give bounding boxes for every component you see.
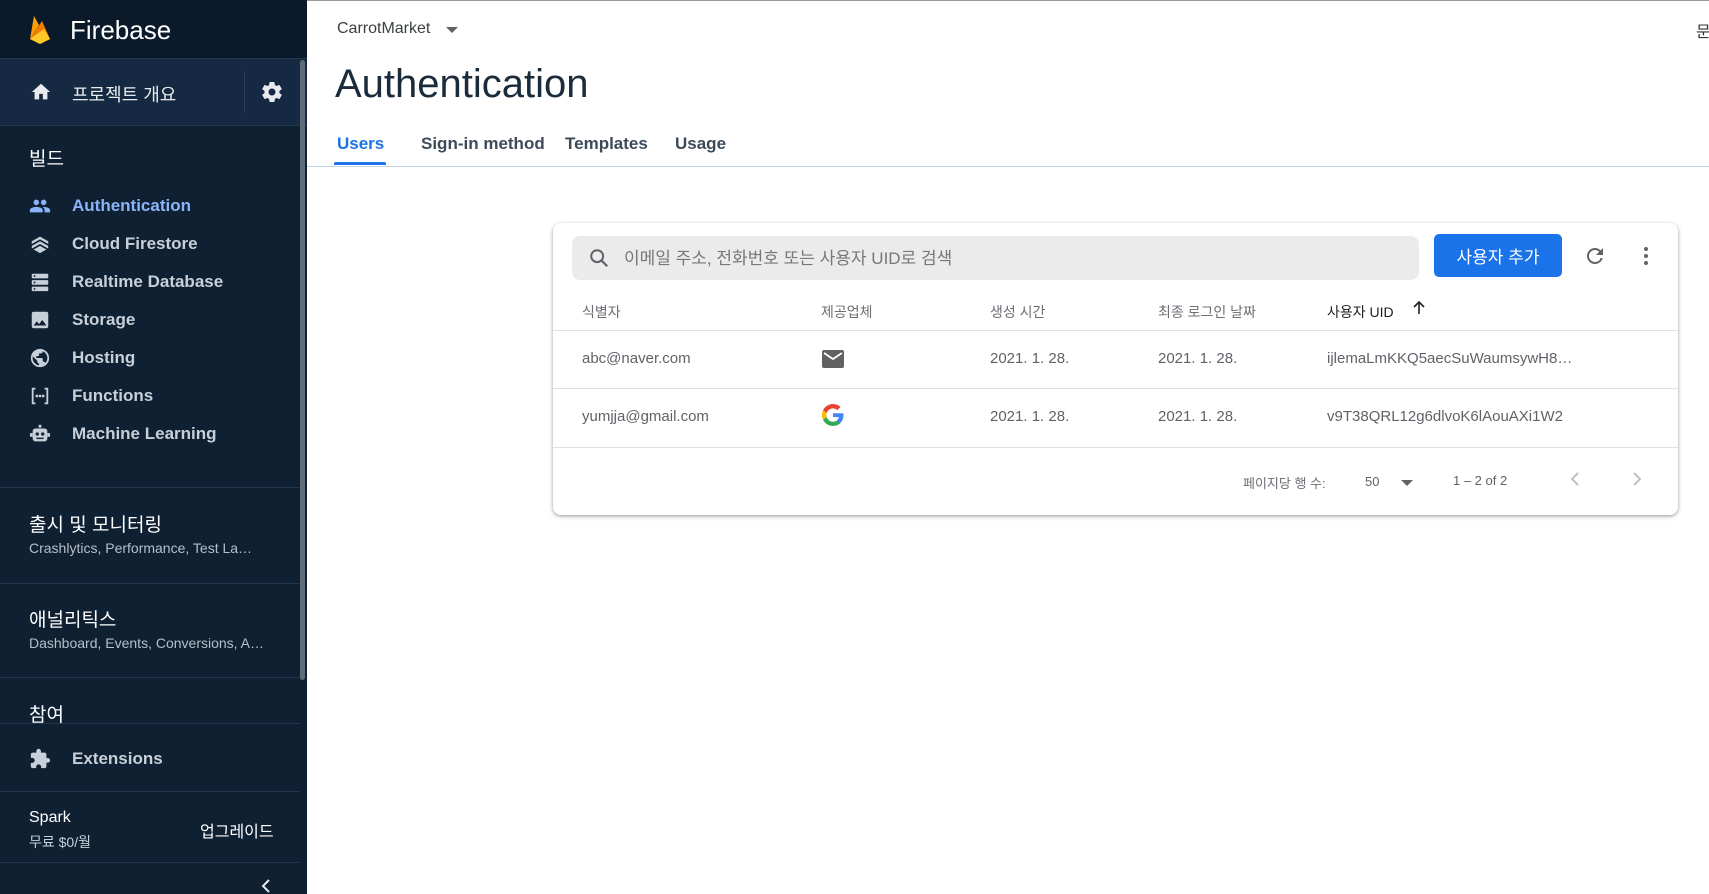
divider (0, 677, 300, 678)
search-input[interactable] (622, 244, 1406, 274)
cell-last-login: 2021. 1. 28. (1158, 350, 1238, 367)
plan-section: Spark 무료 $0/월 업그레이드 (0, 792, 307, 862)
rows-per-page-select[interactable]: 50 (1365, 474, 1379, 489)
sidebar-item-realtime-database[interactable]: Realtime Database (0, 263, 300, 301)
cell-uid: ijlemaLmKKQ5aecSuWaumsywH8… (1327, 350, 1573, 367)
sidebar-item-machine-learning[interactable]: Machine Learning (0, 415, 300, 453)
search-bar (572, 236, 1419, 280)
divider (553, 388, 1678, 389)
pagination-range: 1 – 2 of 2 (1453, 473, 1508, 488)
cell-uid: v9T38QRL12g6dlvoK6lAouAXi1W2 (1327, 408, 1563, 425)
sidebar-item-storage[interactable]: Storage (0, 301, 300, 339)
cell-identifier: yumjja@gmail.com (582, 408, 709, 425)
divider (0, 723, 300, 724)
cell-last-login: 2021. 1. 28. (1158, 408, 1238, 425)
section-title-analytics[interactable]: 애널리틱스 (29, 605, 116, 632)
sidebar-item-label: Extensions (72, 749, 163, 768)
cell-created: 2021. 1. 28. (990, 350, 1070, 367)
section-title-build: 빌드 (29, 149, 64, 170)
project-selector[interactable]: CarrotMarket (337, 20, 430, 38)
puzzle-icon (30, 748, 51, 769)
people-icon (29, 199, 51, 213)
column-header-last-login[interactable]: 최종 로그인 날짜 (1158, 302, 1256, 322)
sidebar-item-extensions[interactable]: Extensions (0, 740, 300, 778)
tab-usage[interactable]: Usage (675, 134, 726, 154)
project-overview-link[interactable]: 프로젝트 개요 (72, 81, 176, 107)
column-header-identifier[interactable]: 식별자 (582, 302, 621, 322)
globe-icon (30, 348, 50, 368)
chevron-right-icon[interactable] (1627, 469, 1647, 489)
sidebar-item-label: Cloud Firestore (72, 234, 198, 253)
tab-bar: Users Sign-in method Templates Usage (307, 122, 1709, 167)
caret-down-icon[interactable] (1401, 480, 1413, 486)
refresh-icon[interactable] (1583, 244, 1607, 268)
database-icon (31, 273, 49, 292)
sidebar-header: Firebase (0, 0, 307, 59)
plan-price: 무료 $0/월 (29, 834, 91, 850)
more-vert-icon[interactable] (1634, 244, 1658, 268)
column-header-uid[interactable]: 사용자 UID (1327, 302, 1394, 322)
sidebar-item-label: Authentication (72, 196, 191, 215)
project-overview-row: 프로젝트 개요 (0, 59, 307, 126)
divider (0, 583, 300, 584)
robot-icon (29, 424, 51, 442)
functions-icon (31, 387, 49, 405)
divider (553, 447, 1678, 448)
caret-down-icon[interactable] (446, 27, 458, 33)
image-icon (31, 311, 49, 329)
sidebar: Firebase 프로젝트 개요 빌드 Authentication Cloud… (0, 0, 307, 894)
firebase-logo-icon[interactable] (28, 13, 52, 45)
sidebar-item-label: Storage (72, 310, 136, 329)
chevron-left-icon[interactable] (258, 878, 274, 894)
divider (553, 330, 1678, 331)
add-user-button[interactable]: 사용자 추가 (1434, 234, 1562, 277)
sidebar-item-authentication[interactable]: Authentication (0, 187, 300, 225)
rows-per-page-label: 페이지당 행 수: (1243, 476, 1326, 491)
gear-icon[interactable] (260, 80, 284, 104)
tab-users[interactable]: Users (337, 134, 384, 154)
sidebar-item-label: Machine Learning (72, 424, 217, 443)
sidebar-item-hosting[interactable]: Hosting (0, 339, 300, 377)
firebase-brand[interactable]: Firebase (70, 15, 171, 46)
divider (0, 487, 300, 488)
sidebar-item-functions[interactable]: Functions (0, 377, 300, 415)
top-border (307, 0, 1709, 1)
search-icon (590, 249, 609, 268)
column-header-provider[interactable]: 제공업체 (821, 302, 873, 322)
sidebar-item-label: Hosting (72, 348, 136, 367)
sidebar-scrollbar[interactable] (300, 60, 305, 680)
divider (0, 862, 300, 863)
section-subtitle-release: Crashlytics, Performance, Test La… (29, 540, 253, 556)
google-icon (822, 404, 844, 426)
tab-sign-in-method[interactable]: Sign-in method (421, 134, 545, 154)
cell-created: 2021. 1. 28. (990, 408, 1070, 425)
sidebar-item-label: Realtime Database (72, 272, 224, 291)
users-card: 사용자 추가 식별자 제공업체 생성 시간 최종 로그인 날짜 사용자 UID … (553, 223, 1678, 515)
topright-text[interactable]: 문 (1696, 18, 1709, 42)
page-title: Authentication (335, 62, 589, 106)
arrow-up-icon[interactable] (1412, 300, 1426, 316)
plan-name: Spark (29, 809, 71, 826)
section-subtitle-analytics: Dashboard, Events, Conversions, A… (29, 635, 265, 651)
column-header-created[interactable]: 생성 시간 (990, 302, 1045, 322)
upgrade-button[interactable]: 업그레이드 (200, 818, 274, 842)
tab-templates[interactable]: Templates (565, 134, 648, 154)
sidebar-item-label: Functions (72, 386, 154, 405)
active-tab-indicator (334, 162, 386, 165)
chevron-left-icon[interactable] (1565, 469, 1585, 489)
home-icon[interactable] (30, 81, 52, 103)
section-title-release[interactable]: 출시 및 모니터링 (29, 510, 162, 537)
sidebar-item-cloud-firestore[interactable]: Cloud Firestore (0, 225, 300, 263)
email-icon (822, 350, 844, 368)
firestore-icon (31, 236, 49, 254)
cell-identifier: abc@naver.com (582, 350, 691, 367)
divider (244, 71, 245, 113)
